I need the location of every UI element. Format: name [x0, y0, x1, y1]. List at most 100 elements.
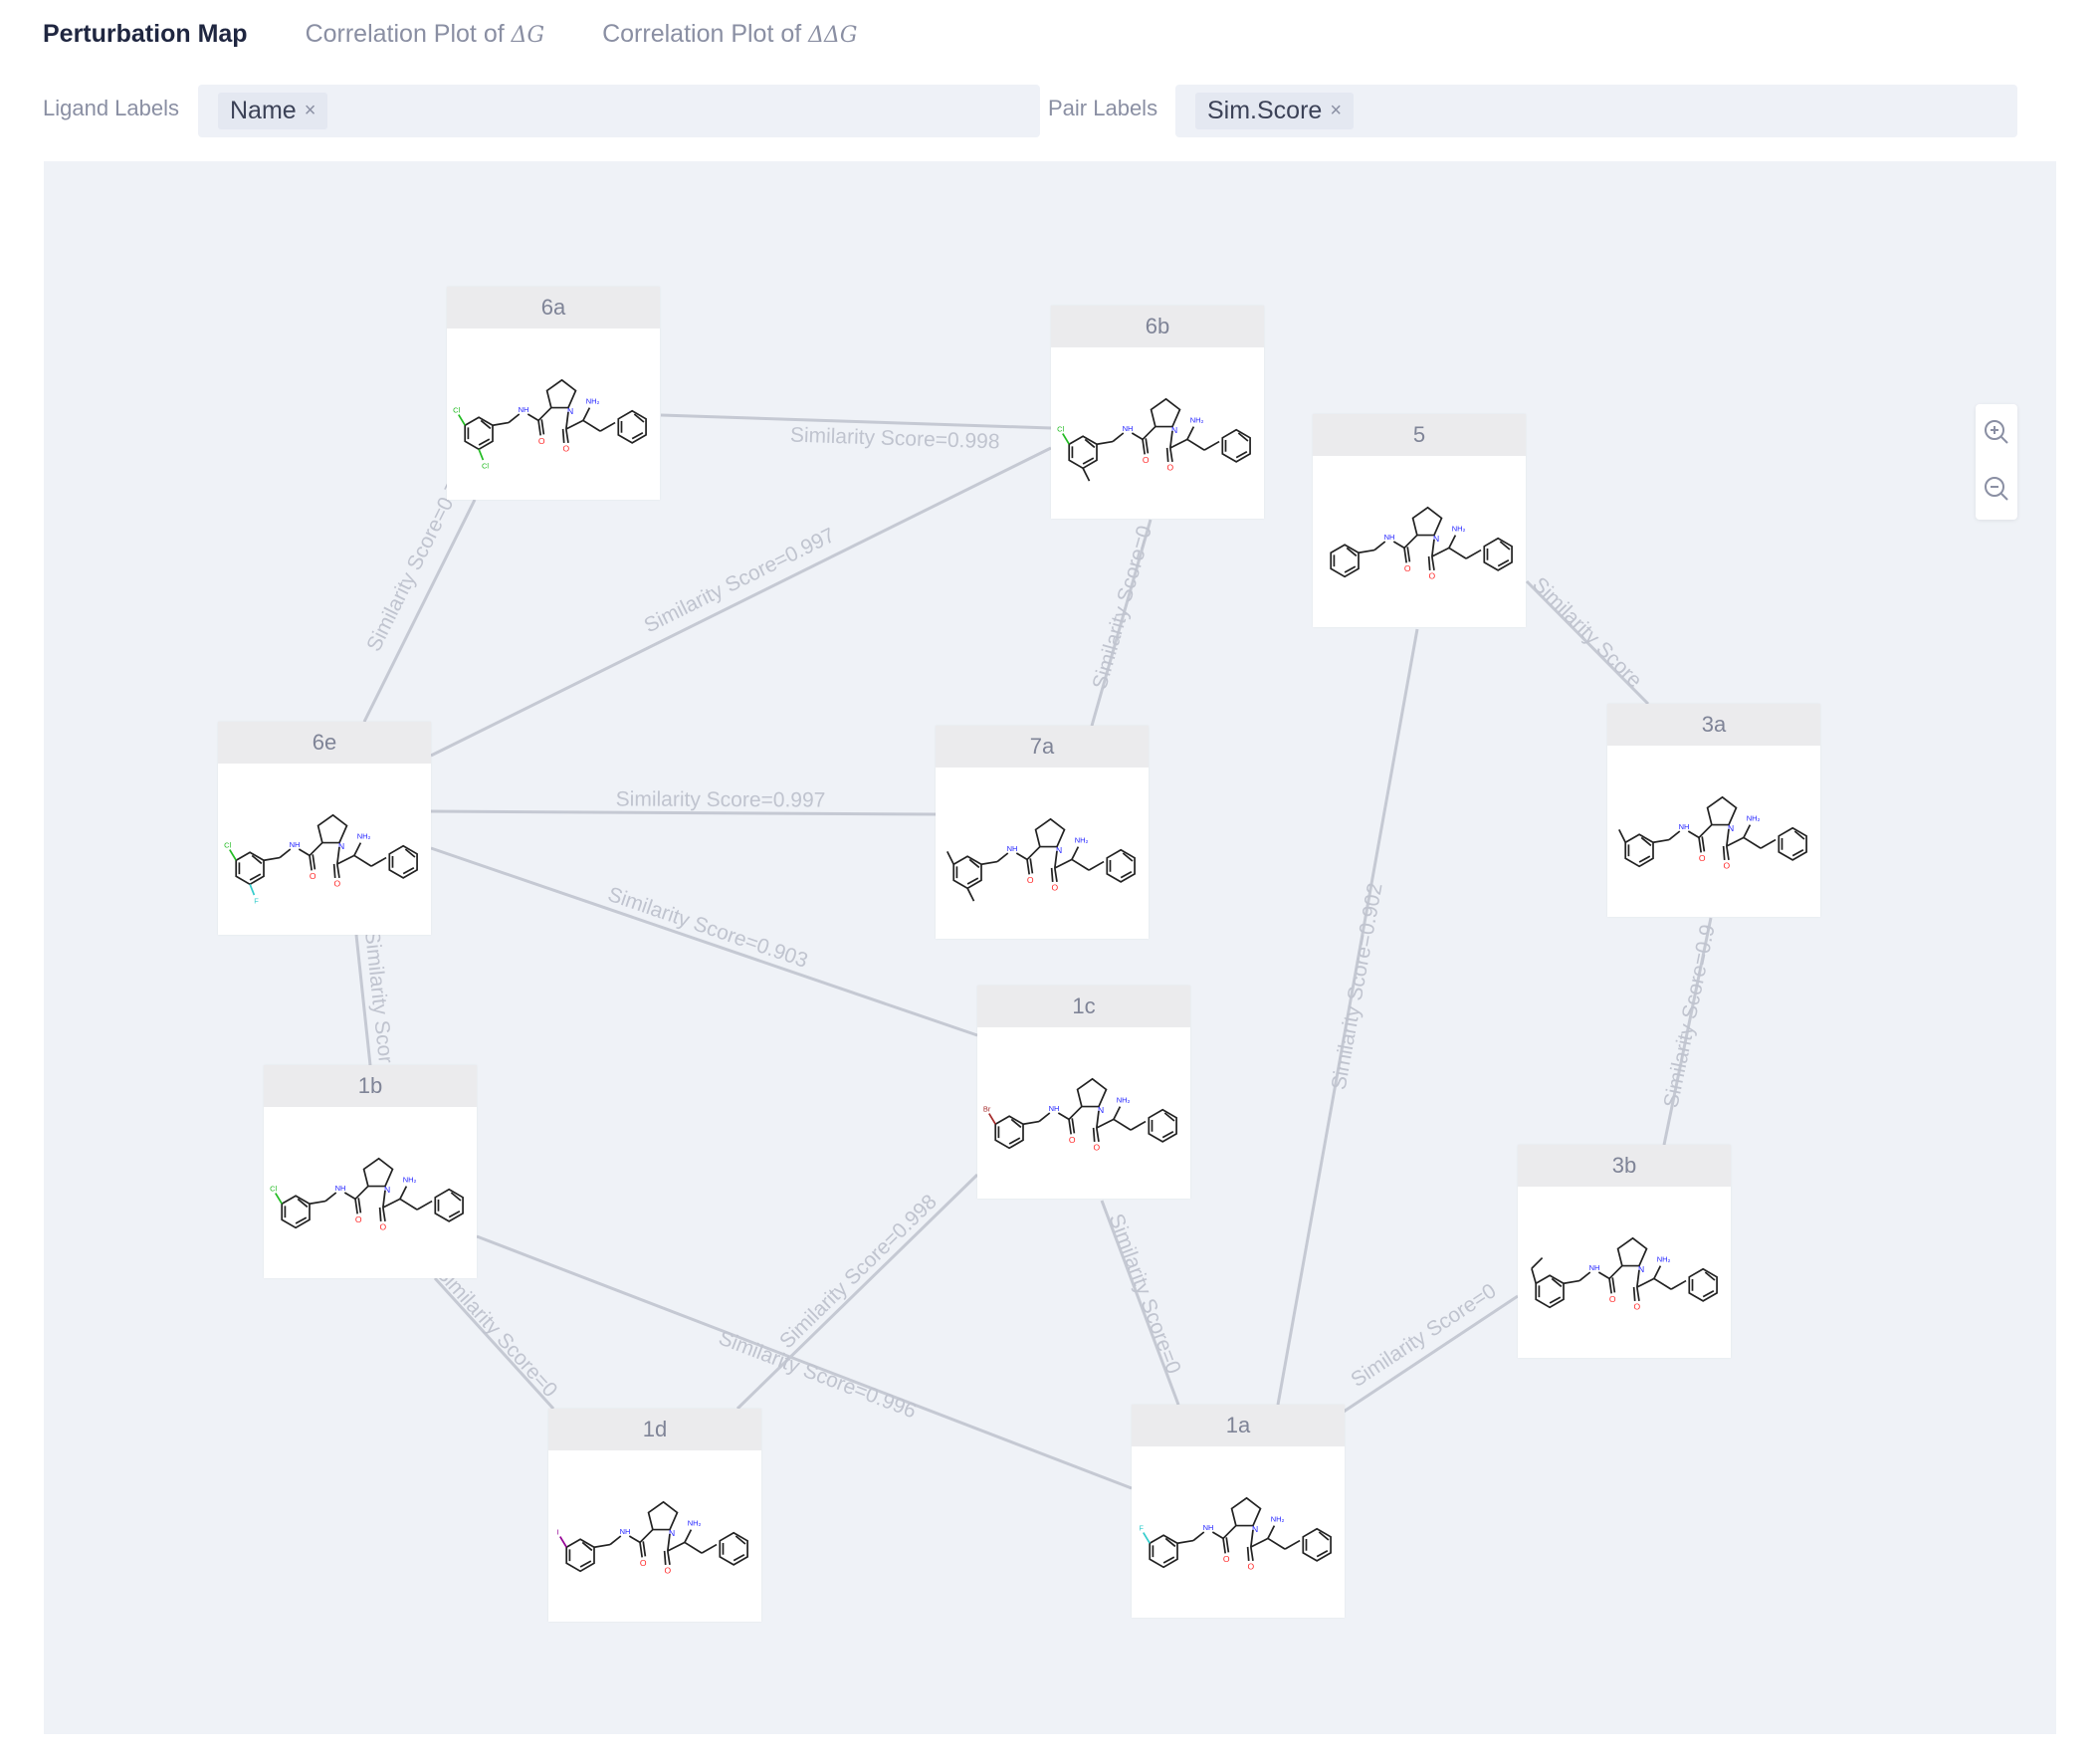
tab-label: Correlation Plot of	[305, 19, 512, 48]
edge-label: Similarity Score=0	[1088, 523, 1156, 692]
ligand-node-1b[interactable]: 1b NH O N O NH₂ Cl	[264, 1065, 477, 1278]
perturbation-map-canvas[interactable]: Similarity Score=0.998 Similarity Score=0…	[44, 161, 2056, 1734]
molecule-structure: NHONONH₂	[1618, 795, 1807, 870]
zoom-in-icon[interactable]	[1982, 417, 2011, 447]
atom-label: NH₂	[1747, 813, 1761, 822]
molecule-image: NHONONH₂Cl	[270, 1157, 464, 1231]
atom-label: O	[1699, 853, 1706, 863]
molecule-image: NHONONH₂Cl	[1057, 397, 1251, 482]
tab-math: ΔΔG	[808, 22, 858, 48]
chip-remove-icon[interactable]: ×	[1330, 100, 1342, 122]
atom-label: NH	[1679, 822, 1690, 831]
chip-text: Name	[230, 97, 297, 124]
atom-label: NH	[1203, 1523, 1214, 1532]
ligand-node-1a[interactable]: 1a NH O N O NH₂ F	[1132, 1405, 1345, 1618]
molecule-image: NHONONH₂	[1330, 506, 1513, 580]
edge-label: Similarity Score	[1528, 573, 1646, 693]
atom-label: Cl	[270, 1184, 277, 1193]
atom-label: NH	[1049, 1104, 1060, 1113]
pair-labels-select[interactable]: Sim.Score ×	[1175, 85, 2017, 137]
atom-label: O	[640, 1558, 647, 1568]
edge-label: Similarity Score=0.903	[605, 883, 811, 973]
atom-label: O	[355, 1214, 362, 1224]
tab-perturbation-map[interactable]: Perturbation Map	[43, 20, 248, 49]
atom-label: NH	[620, 1527, 631, 1536]
atom-label: O	[1027, 875, 1034, 885]
tab-correlation-dg[interactable]: Correlation Plot of ΔG	[306, 20, 545, 49]
atom-label: O	[1223, 1554, 1230, 1564]
atom-label: NH	[290, 840, 301, 849]
chip-text: Sim.Score	[1207, 97, 1323, 124]
molecule-structure: NHONONH₂F	[1139, 1496, 1332, 1571]
atom-label: F	[1139, 1523, 1144, 1532]
atom-label: F	[254, 897, 259, 906]
ligand-node-7a[interactable]: 7a NH O N O NH₂	[936, 726, 1149, 939]
atom-label: NH	[1007, 844, 1018, 853]
tab-label: Correlation Plot of	[602, 19, 809, 48]
molecule-structure: NHONONH₂ClCl	[453, 378, 647, 471]
molecule-structure: NHONONH₂	[1330, 506, 1513, 580]
molecule-image: NHONONH₂	[946, 817, 1136, 902]
ligand-node-title: 1c	[977, 986, 1190, 1027]
atom-label: NH₂	[1271, 1514, 1285, 1523]
edge-label: Similarity Score=0.998	[790, 424, 1000, 454]
atom-label: O	[1069, 1135, 1076, 1145]
molecule-structure: NHONONH₂ClF	[224, 813, 418, 906]
ligand-node-title: 7a	[936, 726, 1149, 768]
atom-label: O	[1143, 455, 1150, 465]
edge-6e-7a[interactable]	[430, 809, 937, 816]
atom-label: I	[557, 1527, 559, 1536]
zoom-controls	[1976, 404, 2017, 520]
ligand-label-chip: Name ×	[218, 93, 328, 129]
atom-label: NH	[335, 1184, 346, 1193]
molecule-structure: NHONONH₂Br	[983, 1077, 1177, 1152]
edge-label: Similarity Score=0.997	[616, 787, 826, 811]
molecule-image: NHONONH₂F	[1139, 1496, 1332, 1571]
atom-label: NH₂	[1657, 1254, 1671, 1263]
ligand-node-3a[interactable]: 3a NH O N O NH₂	[1607, 704, 1820, 917]
tab-correlation-ddg[interactable]: Correlation Plot of ΔΔG	[602, 20, 857, 49]
ligand-labels-select[interactable]: Name ×	[198, 85, 1040, 137]
edge-6e-1c[interactable]	[430, 846, 978, 1037]
chip-remove-icon[interactable]: ×	[305, 100, 316, 122]
atom-label: O	[1429, 570, 1436, 580]
atom-label: NH₂	[1075, 835, 1089, 844]
ligand-node-6a[interactable]: 6a NH O N O NH₂ Cl Cl	[447, 287, 660, 500]
atom-label: O	[1634, 1301, 1641, 1311]
molecule-structure: NHONONH₂Cl	[1057, 397, 1251, 482]
atom-label: O	[1094, 1142, 1101, 1152]
molecule-structure: NHONONH₂	[946, 817, 1136, 902]
ligand-node-5[interactable]: 5 NH O N O NH₂	[1313, 414, 1526, 627]
atom-label: NH₂	[1452, 524, 1466, 533]
ligand-node-6b[interactable]: 6b NH O N O NH₂ Cl	[1051, 306, 1264, 519]
ligand-node-title: 3a	[1607, 704, 1820, 746]
edge-label: Similarity Score=0.998	[775, 1191, 942, 1354]
edge-label: Similarity Score=0.997	[641, 524, 839, 637]
atom-label: NH	[1589, 1263, 1600, 1272]
edge-3b-1a[interactable]	[1343, 1294, 1519, 1414]
ligand-node-1c[interactable]: 1c NH O N O NH₂ Br	[977, 986, 1190, 1199]
atom-label: NH₂	[586, 396, 600, 405]
atom-label: O	[1404, 563, 1411, 573]
zoom-out-icon[interactable]	[1982, 474, 2011, 504]
atom-label: NH₂	[357, 831, 371, 840]
edge-1c-1d[interactable]	[735, 1173, 979, 1411]
ligand-node-6e[interactable]: 6e NH O N O NH₂ Cl F	[218, 722, 431, 935]
molecule-image: NHONONH₂	[1531, 1236, 1718, 1311]
ligand-node-1d[interactable]: 1d NH O N O NH₂ I	[548, 1409, 761, 1622]
ligand-labels-label: Ligand Labels	[43, 96, 180, 120]
atom-label: O	[380, 1221, 387, 1231]
atom-label: O	[1609, 1294, 1616, 1304]
atom-label: O	[334, 878, 341, 888]
atom-label: O	[1167, 462, 1174, 472]
ligand-node-title: 6b	[1051, 306, 1264, 347]
atom-label: NH₂	[403, 1175, 417, 1184]
edge-label: Similarity Score=0	[1347, 1279, 1500, 1392]
ligand-node-title: 3b	[1518, 1145, 1731, 1187]
ligand-node-3b[interactable]: 3b NH O N O NH₂	[1518, 1145, 1731, 1358]
molecule-image: NHONONH₂ClCl	[453, 378, 647, 471]
atom-label: O	[310, 871, 316, 881]
molecule-image: NHONONH₂	[1618, 795, 1807, 870]
edges-layer: Similarity Score=0.998 Similarity Score=0…	[354, 413, 1720, 1490]
molecule-image: NHONONH₂I	[557, 1500, 748, 1575]
